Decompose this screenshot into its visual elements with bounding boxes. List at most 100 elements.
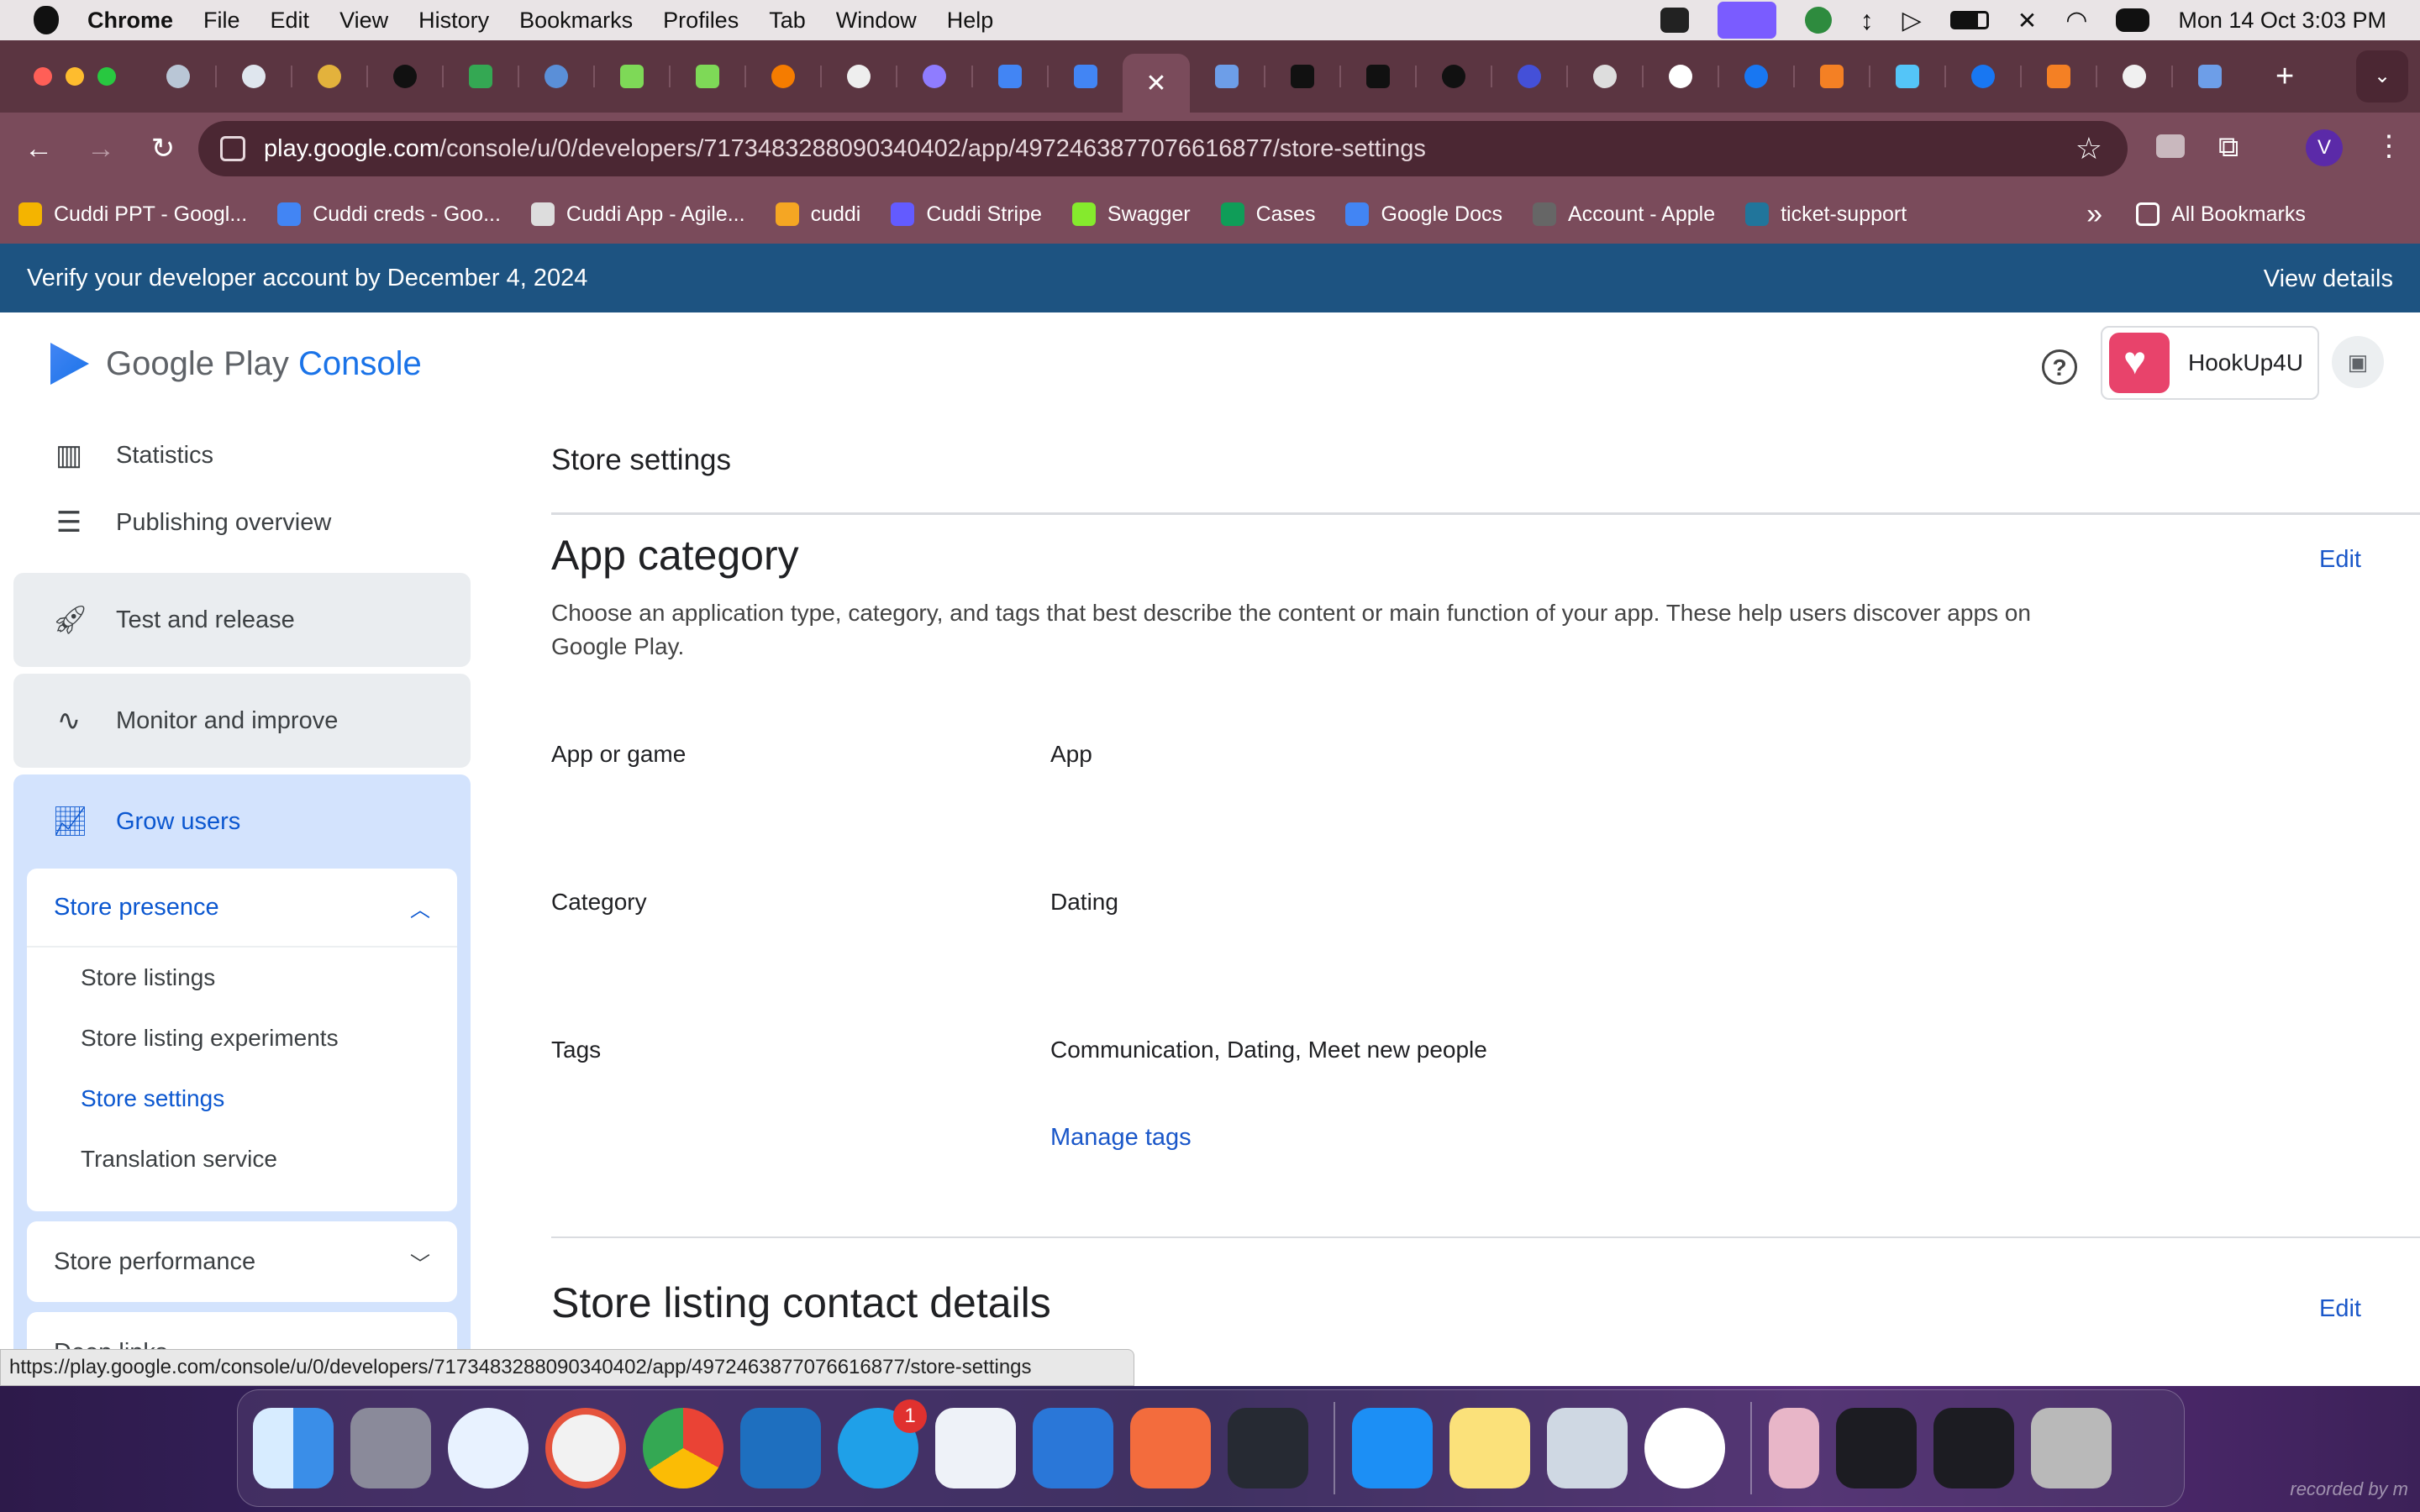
tab-favicon[interactable] <box>1518 65 1541 88</box>
menu-window[interactable]: Window <box>836 8 917 34</box>
tab-favicon[interactable] <box>1366 65 1390 88</box>
extensions-icon[interactable]: ⧉ <box>2218 131 2238 164</box>
tab-github-icon[interactable] <box>2123 65 2146 88</box>
tab-firebase-icon[interactable] <box>771 65 795 88</box>
profile-avatar[interactable]: V <box>2306 129 2343 166</box>
camera-icon[interactable] <box>2156 134 2185 158</box>
close-window-icon[interactable] <box>34 67 52 86</box>
chrome-icon[interactable] <box>643 1408 723 1488</box>
tab-favicon[interactable] <box>544 65 568 88</box>
check-status-icon[interactable] <box>1804 7 1832 34</box>
bookmark-item[interactable]: Swagger <box>1071 202 1191 227</box>
tab-facebook-icon[interactable] <box>1744 65 1768 88</box>
bluetooth-icon[interactable]: ✕ <box>2018 7 2037 34</box>
screen-share-icon[interactable] <box>1717 2 1776 39</box>
bookmark-item[interactable]: ticket-support <box>1745 202 1907 227</box>
android-studio-icon[interactable] <box>935 1408 1016 1488</box>
status-app-icon[interactable] <box>1660 8 1689 33</box>
minimized-window-thumbnail[interactable] <box>1769 1408 1819 1488</box>
clock[interactable]: Mon 14 Oct 3:03 PM <box>2178 8 2386 34</box>
play-icon[interactable]: ▷ <box>1902 6 1922 35</box>
sidebar-subitem-store-listings[interactable]: Store listings <box>27 948 457 1008</box>
menu-tab[interactable]: Tab <box>769 8 806 34</box>
tab-meet-icon[interactable] <box>469 65 492 88</box>
bookmark-item[interactable]: Account - Apple <box>1532 202 1715 227</box>
menu-edit[interactable]: Edit <box>271 8 310 34</box>
view-details-link[interactable]: View details <box>2264 265 2393 293</box>
bookmark-item[interactable]: Google Docs <box>1345 202 1502 227</box>
help-icon[interactable]: ? <box>2042 349 2077 385</box>
manage-tags-link[interactable]: Manage tags <box>1050 1124 1192 1152</box>
minimized-window-thumbnail[interactable] <box>1933 1408 2014 1488</box>
apple-menu-icon[interactable] <box>34 6 59 34</box>
forward-icon[interactable]: → <box>77 133 124 165</box>
reload-icon[interactable]: ↻ <box>139 132 187 165</box>
more-bookmarks-icon[interactable]: » <box>2086 198 2102 231</box>
tab-favicon[interactable] <box>1215 65 1239 88</box>
menu-profiles[interactable]: Profiles <box>663 8 739 34</box>
trash-icon[interactable] <box>2031 1408 2112 1488</box>
menu-bookmarks[interactable]: Bookmarks <box>519 8 633 34</box>
play-console-logo[interactable]: Google Play Console <box>50 343 422 385</box>
bookmark-item[interactable]: Cuddi App - Agile... <box>530 202 745 227</box>
tab-favicon[interactable] <box>620 65 644 88</box>
control-center-icon[interactable] <box>2116 8 2150 32</box>
sidebar-item-publishing-overview[interactable]: ☰ Publishing overview <box>13 496 471 549</box>
tab-favicon[interactable] <box>923 65 946 88</box>
sidebar-subitem-store-settings[interactable]: Store settings <box>27 1068 457 1129</box>
contact-details-edit-link[interactable]: Edit <box>2319 1295 2361 1323</box>
sidebar-item-test-and-release[interactable]: 🚀︎ Test and release <box>13 573 471 667</box>
tab-favicon[interactable] <box>1442 65 1465 88</box>
tab-facebook-icon[interactable] <box>1971 65 1995 88</box>
zoom-window-icon[interactable] <box>97 67 116 86</box>
utility-app-icon[interactable] <box>1644 1408 1725 1488</box>
sidebar-subitem-store-listing-experiments[interactable]: Store listing experiments <box>27 1008 457 1068</box>
tab-favicon[interactable] <box>2198 65 2222 88</box>
tab-stackoverflow-icon[interactable] <box>1820 65 1844 88</box>
arrows-icon[interactable]: ↕ <box>1860 5 1874 36</box>
all-bookmarks-folder[interactable]: All Bookmarks <box>2136 202 2306 227</box>
app-selector[interactable]: HookUp4U <box>2101 326 2319 400</box>
bookmark-item[interactable]: Cases <box>1220 202 1315 227</box>
task-app-icon[interactable] <box>545 1408 626 1488</box>
launchpad-icon[interactable] <box>350 1408 431 1488</box>
site-info-icon[interactable] <box>220 136 245 161</box>
sidebar-item-statistics[interactable]: ▥ Statistics <box>13 428 471 482</box>
sidebar-subitem-translation-service[interactable]: Translation service <box>27 1129 457 1189</box>
menu-history[interactable]: History <box>418 8 489 34</box>
menu-file[interactable]: File <box>203 8 240 34</box>
bookmark-item[interactable]: Cuddi creds - Goo... <box>277 202 501 227</box>
preview-icon[interactable] <box>1547 1408 1628 1488</box>
menu-app-name[interactable]: Chrome <box>87 8 173 34</box>
more-menu-icon[interactable]: ⋮ <box>2375 129 2403 163</box>
bookmark-item[interactable]: Cuddi PPT - Googl... <box>18 202 247 227</box>
tab-flutter-icon[interactable] <box>1896 65 1919 88</box>
xcode-icon[interactable] <box>1033 1408 1113 1488</box>
account-icon[interactable]: ▣ <box>2332 336 2384 388</box>
terminal-app-icon[interactable] <box>1228 1408 1308 1488</box>
skype-icon[interactable]: 1 <box>838 1399 927 1488</box>
bookmark-star-icon[interactable]: ☆ <box>2075 131 2102 166</box>
tab-docs-icon[interactable] <box>998 65 1022 88</box>
tab-favicon[interactable] <box>1593 65 1617 88</box>
tab-wordpress-icon[interactable] <box>242 65 266 88</box>
store-presence-header[interactable]: Store presence ︿ <box>27 869 457 946</box>
postman-icon[interactable] <box>1130 1408 1211 1488</box>
app-store-icon[interactable] <box>1352 1408 1433 1488</box>
active-tab-close-icon[interactable]: ✕ <box>1123 54 1190 113</box>
tab-chatgpt-icon[interactable] <box>847 65 871 88</box>
tab-favicon[interactable] <box>166 65 190 88</box>
new-tab-icon[interactable]: + <box>2275 59 2294 95</box>
sidebar-item-monitor-and-improve[interactable]: ∿ Monitor and improve <box>13 674 471 768</box>
minimize-window-icon[interactable] <box>66 67 84 86</box>
back-icon[interactable]: ← <box>15 133 62 165</box>
menu-view[interactable]: View <box>339 8 388 34</box>
app-category-edit-link[interactable]: Edit <box>2319 546 2361 574</box>
wifi-icon[interactable]: ◠ <box>2065 6 2087 35</box>
tab-favicon[interactable] <box>1291 65 1314 88</box>
safari-icon[interactable] <box>448 1408 529 1488</box>
vscode-icon[interactable] <box>740 1408 821 1488</box>
notes-icon[interactable] <box>1449 1408 1530 1488</box>
tab-docs-icon[interactable] <box>1074 65 1097 88</box>
tab-search-chevron-icon[interactable]: ⌄ <box>2356 50 2408 102</box>
